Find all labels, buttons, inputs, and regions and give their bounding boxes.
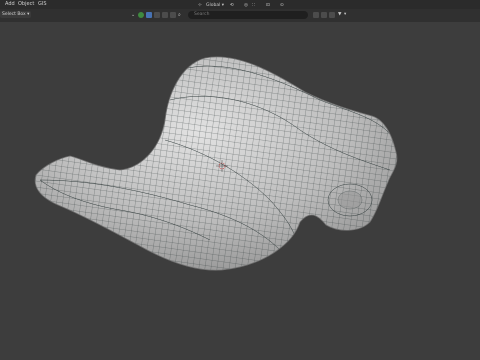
- magnet-icon[interactable]: ◎: [244, 2, 248, 9]
- search-field[interactable]: Search: [188, 11, 308, 19]
- toggle-icon-c[interactable]: [329, 12, 335, 18]
- sphere-icon[interactable]: [138, 12, 144, 18]
- proportional-edit-icon[interactable]: ⊡: [266, 2, 270, 9]
- 3d-viewport[interactable]: [0, 22, 480, 360]
- transform-pivot-icon[interactable]: ⊹: [198, 2, 202, 9]
- select-box-dropdown[interactable]: Select Box ▾: [0, 11, 32, 18]
- top-menu-bar: Add Object GIS: [0, 0, 480, 9]
- select-mode-icon[interactable]: [146, 12, 152, 18]
- menu-object[interactable]: Object: [18, 1, 34, 7]
- transform-orientation-dropdown[interactable]: Global ▾: [206, 2, 224, 9]
- filter-funnel-icon[interactable]: ▼: [338, 11, 341, 18]
- collapse-icon[interactable]: ⌄: [131, 12, 137, 18]
- viewport-shading-icon[interactable]: ⊙: [280, 2, 284, 9]
- menu-add[interactable]: Add: [5, 1, 15, 7]
- camera-icon[interactable]: [154, 12, 160, 18]
- menu-gis[interactable]: GIS: [38, 1, 47, 7]
- filter-dropdown-icon[interactable]: ▾: [344, 11, 346, 18]
- toggle-icon-b[interactable]: [321, 12, 327, 18]
- transform-orientation-label: Global: [206, 3, 221, 8]
- select-box-label: Select Box: [2, 12, 26, 17]
- toggle-icon-a[interactable]: [313, 12, 319, 18]
- filter-icon[interactable]: ⌕: [178, 12, 184, 18]
- search-placeholder: Search: [194, 12, 210, 17]
- overlay-icon[interactable]: [162, 12, 168, 18]
- snap-icon[interactable]: ⟲: [230, 2, 234, 9]
- link-icon[interactable]: [170, 12, 176, 18]
- snap-options-icon[interactable]: ∷: [252, 2, 255, 9]
